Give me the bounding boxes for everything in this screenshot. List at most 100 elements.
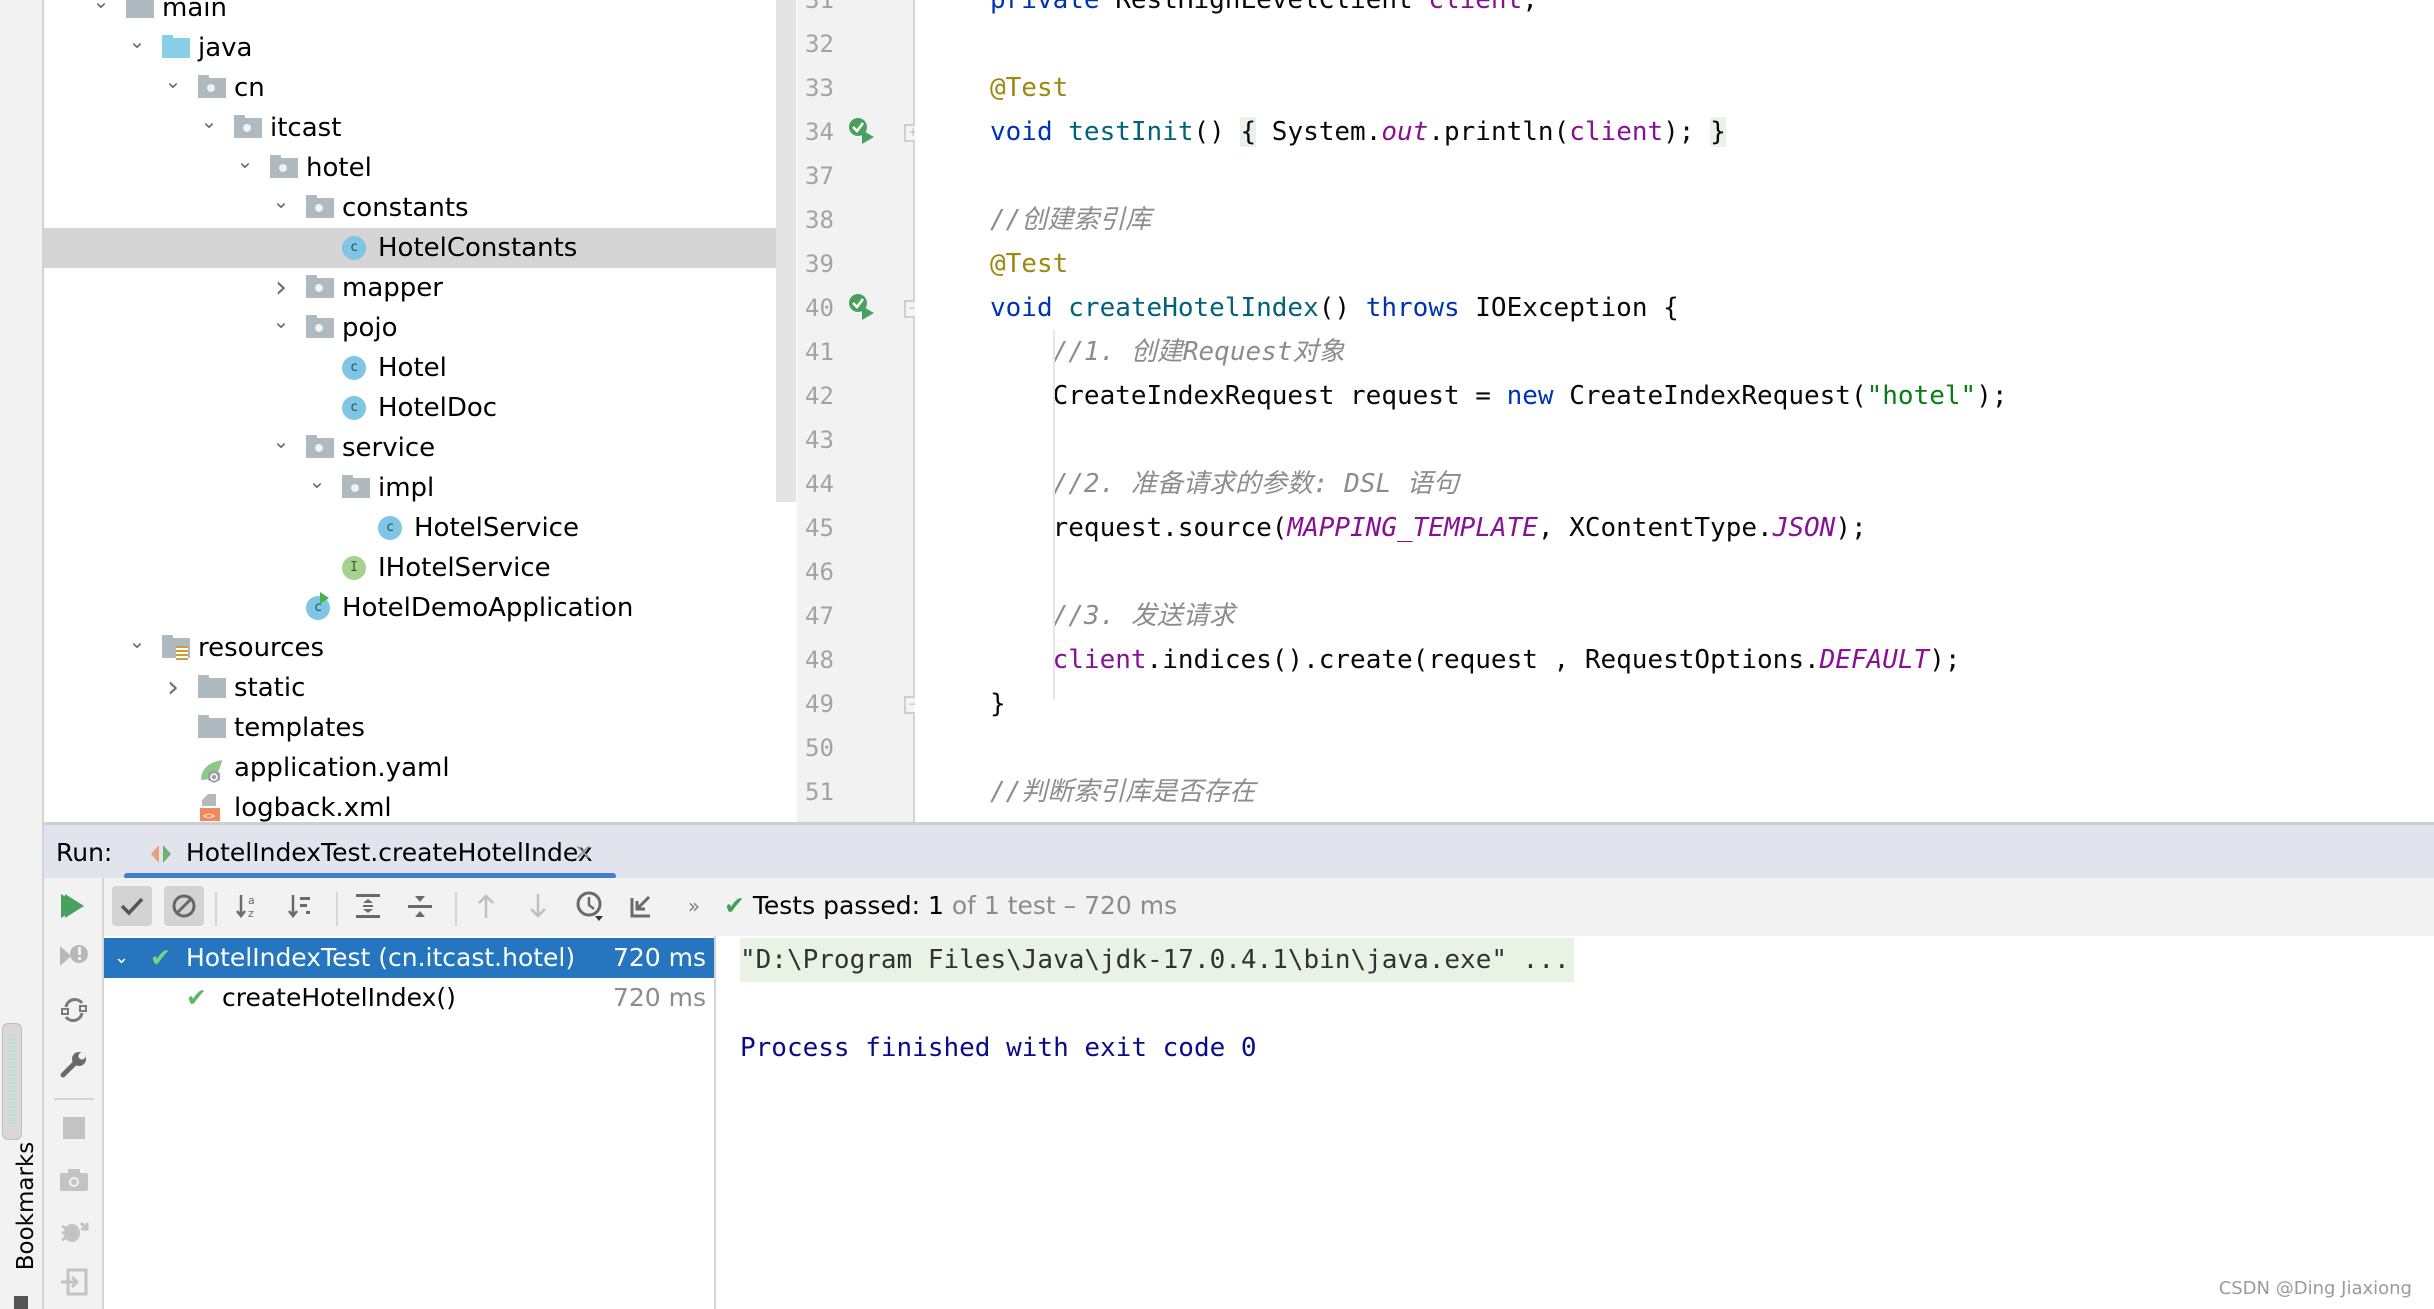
console-command-line[interactable]: "D:\Program Files\Java\jdk-17.0.4.1\bin\… (740, 938, 1574, 982)
previous-failed-test-icon[interactable] (466, 886, 506, 926)
tree-item[interactable]: › mapper (44, 268, 796, 308)
tree-item[interactable]: ⌄ itcast (44, 108, 796, 148)
chevron-right-icon[interactable]: › (162, 668, 184, 708)
tree-item[interactable]: application.yaml (44, 748, 796, 788)
editor-gutter: 31 32 33 34 +37 38 39 40−41 42 43 44 45 46 47 48 49−50 5… (797, 0, 922, 822)
project-tree-scrollbar[interactable] (776, 0, 796, 502)
tree-item[interactable]: › static (44, 668, 796, 708)
code-line[interactable]: //1. 创建Request对象 (990, 330, 1345, 374)
sort-alphabetically-icon[interactable]: az (228, 886, 268, 926)
tree-item[interactable]: ⌄ service (44, 428, 796, 468)
code-editor[interactable]: private RestHighLevelClient client; @Test… (915, 0, 2434, 822)
tree-item[interactable]: c HotelDemoApplication (44, 588, 796, 628)
passed-check-icon: ✔ (186, 983, 207, 1012)
next-failed-test-icon[interactable] (518, 886, 558, 926)
test-row-method[interactable]: ✔ createHotelIndex() 720 ms (104, 978, 714, 1018)
package-icon (198, 75, 226, 98)
run-test-gutter-icon[interactable] (847, 116, 877, 146)
chevron-down-icon[interactable]: ⌄ (270, 428, 292, 468)
tree-item[interactable]: c Hotel (44, 348, 796, 388)
test-row-suite[interactable]: ⌄ ✔ HotelIndexTest (cn.itcast.hotel) 720… (104, 938, 714, 978)
line-number: 37 (805, 162, 834, 190)
tree-item[interactable]: c HotelService (44, 508, 796, 548)
code-line[interactable]: client.indices().create(request , Reques… (990, 638, 1961, 682)
code-line[interactable]: private RestHighLevelClient client; (990, 0, 1538, 22)
interface-icon: I (342, 556, 366, 580)
tree-item[interactable]: <> logback.xml (44, 788, 796, 822)
tree-item[interactable]: ⌄ main (44, 0, 796, 28)
resources-folder-icon (162, 635, 190, 660)
stop-icon[interactable] (54, 1108, 94, 1148)
camera-icon[interactable] (54, 1160, 94, 1200)
run-test-gutter-icon[interactable] (847, 292, 877, 322)
line-number: 33 (805, 74, 834, 102)
tree-item[interactable]: I IHotelService (44, 548, 796, 588)
test-history-icon[interactable] (570, 886, 610, 926)
code-line[interactable]: request.source(MAPPING_TEMPLATE, XConten… (990, 506, 1867, 550)
class-icon: c (378, 516, 402, 540)
code-line[interactable]: } (990, 682, 1006, 726)
run-tab[interactable]: HotelIndexTest.createHotelIndex (186, 833, 593, 873)
line-number: 48 (805, 646, 834, 674)
project-tree: ⌄ main ⌄ java ⌄ cn ⌄ itcast ⌄ hotel ⌄ constants c Hot… (44, 0, 796, 822)
code-line[interactable]: CreateIndexRequest request = new CreateI… (990, 374, 2008, 418)
run-again-icon[interactable] (50, 886, 90, 926)
code-line[interactable]: //创建索引库 (990, 198, 1151, 242)
console-output[interactable]: "D:\Program Files\Java\jdk-17.0.4.1\bin\… (716, 936, 2434, 1309)
collapse-all-icon[interactable] (400, 886, 440, 926)
code-line[interactable]: void testInit() { System.out.println(cli… (990, 110, 1726, 154)
show-passed-toggle[interactable] (112, 886, 152, 926)
tree-item[interactable]: ⌄ hotel (44, 148, 796, 188)
tree-item[interactable]: ⌄ java (44, 28, 796, 68)
line-number: 51 (805, 778, 834, 806)
line-number: 39 (805, 250, 834, 278)
chevron-down-icon[interactable]: ⌄ (162, 68, 184, 108)
bookmarks-tool-tab[interactable]: Bookmarks (10, 1136, 42, 1276)
code-line[interactable]: //3. 发送请求 (990, 594, 1235, 638)
code-line[interactable]: //2. 准备请求的参数: DSL 语句 (990, 462, 1459, 506)
tree-item[interactable]: c HotelConstants (44, 228, 796, 268)
tree-item[interactable]: ⌄ resources (44, 628, 796, 668)
code-line[interactable]: void createHotelIndex() throws IOExcepti… (990, 286, 1679, 330)
chevron-down-icon[interactable]: ⌄ (198, 108, 220, 148)
chevron-down-icon[interactable]: ⌄ (306, 468, 328, 508)
sort-by-duration-icon[interactable] (280, 886, 320, 926)
toolbar-overflow-icon[interactable]: » (674, 886, 714, 926)
passed-check-icon: ✔ (150, 943, 171, 972)
package-icon (342, 475, 370, 498)
chevron-down-icon[interactable]: ⌄ (270, 188, 292, 228)
tree-item[interactable]: c HotelDoc (44, 388, 796, 428)
toolbar-divider (54, 1098, 94, 1100)
code-line[interactable]: @Test (990, 242, 1068, 286)
import-icon[interactable] (54, 1262, 94, 1302)
chevron-down-icon[interactable]: ⌄ (90, 0, 112, 28)
expand-all-icon[interactable] (348, 886, 388, 926)
toolbar-divider (455, 892, 457, 926)
chevron-down-icon[interactable]: ⌄ (126, 628, 148, 668)
bookmarks-scroll-handle[interactable] (2, 1023, 22, 1140)
folder-icon (198, 715, 226, 738)
tree-item[interactable]: ⌄ constants (44, 188, 796, 228)
chevron-right-icon[interactable]: › (270, 268, 292, 308)
import-tests-icon[interactable] (622, 886, 662, 926)
chevron-down-icon[interactable]: ⌄ (234, 148, 256, 188)
toggle-auto-test-icon[interactable] (54, 990, 94, 1030)
debug-export-icon[interactable] (54, 1212, 94, 1252)
rerun-failed-icon[interactable] (54, 936, 94, 976)
tree-item-label: mapper (342, 273, 443, 303)
package-icon (306, 275, 334, 298)
package-icon (306, 435, 334, 458)
chevron-down-icon[interactable]: ⌄ (126, 28, 148, 68)
show-ignored-toggle[interactable] (164, 886, 204, 926)
tree-item[interactable]: templates (44, 708, 796, 748)
tree-item[interactable]: ⌄ impl (44, 468, 796, 508)
class-icon: c (342, 236, 366, 260)
chevron-down-icon[interactable]: ⌄ (270, 308, 292, 348)
wrench-icon[interactable] (54, 1044, 94, 1084)
tree-item[interactable]: ⌄ pojo (44, 308, 796, 348)
code-line[interactable]: //判断索引库是否存在 (990, 770, 1255, 814)
tree-item[interactable]: ⌄ cn (44, 68, 796, 108)
chevron-down-icon[interactable]: ⌄ (114, 938, 129, 978)
code-line[interactable]: @Test (990, 66, 1068, 110)
close-tab-icon[interactable]: × (574, 833, 592, 873)
